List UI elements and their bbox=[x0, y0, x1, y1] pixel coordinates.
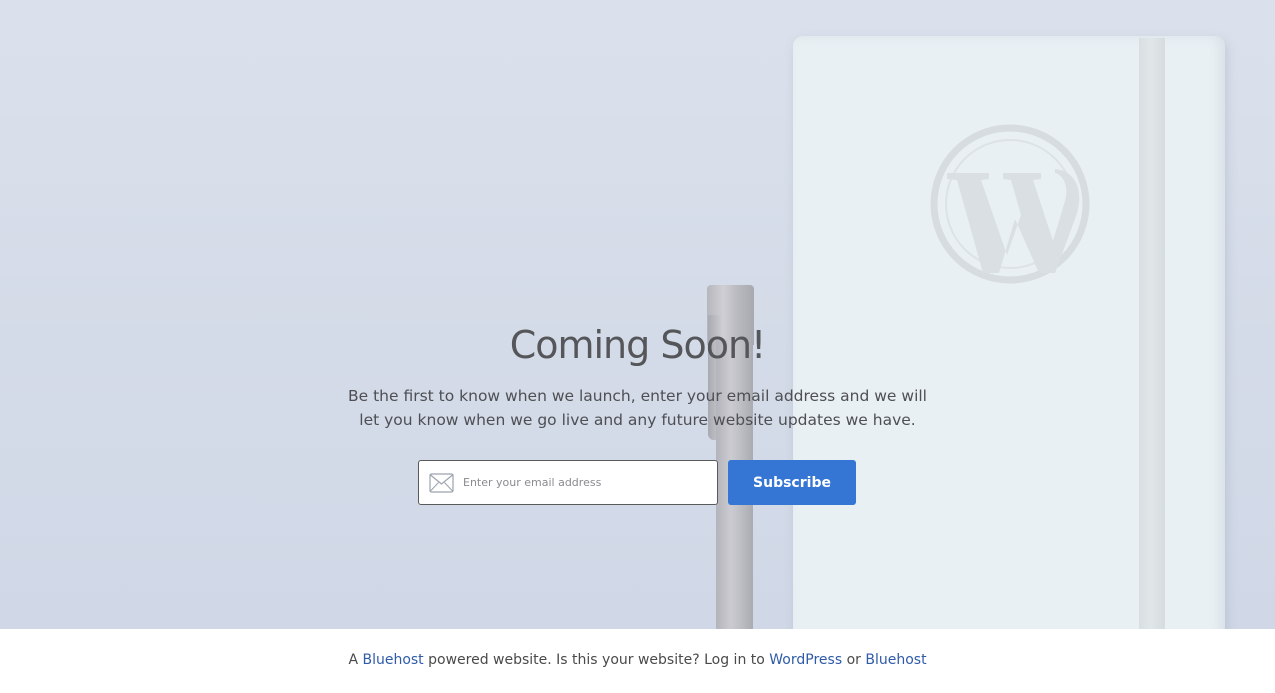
footer: A Bluehost powered website. Is this your… bbox=[0, 629, 1275, 693]
subscribe-button[interactable]: Subscribe bbox=[728, 460, 856, 505]
email-field[interactable] bbox=[418, 460, 718, 505]
email-input[interactable] bbox=[463, 461, 713, 504]
footer-text-a: A bbox=[348, 652, 359, 668]
bluehost-link[interactable]: Bluehost bbox=[362, 652, 423, 668]
wordpress-link[interactable]: WordPress bbox=[769, 652, 842, 668]
page-title: Coming Soon! bbox=[509, 323, 767, 367]
hero-subtitle: Be the first to know when we launch, ent… bbox=[347, 387, 927, 429]
footer-text-or: or bbox=[846, 652, 861, 668]
wordpress-icon bbox=[930, 124, 1090, 284]
subscribe-form: Subscribe bbox=[418, 460, 856, 505]
hero-content: Coming Soon! Be the first to know when w… bbox=[0, 320, 1275, 432]
hero-section: Coming Soon! Be the first to know when w… bbox=[0, 0, 1275, 629]
bluehost-login-link[interactable]: Bluehost bbox=[865, 652, 926, 668]
envelope-icon bbox=[429, 473, 454, 493]
footer-text-b: powered website. Is this your website? L… bbox=[428, 652, 765, 668]
